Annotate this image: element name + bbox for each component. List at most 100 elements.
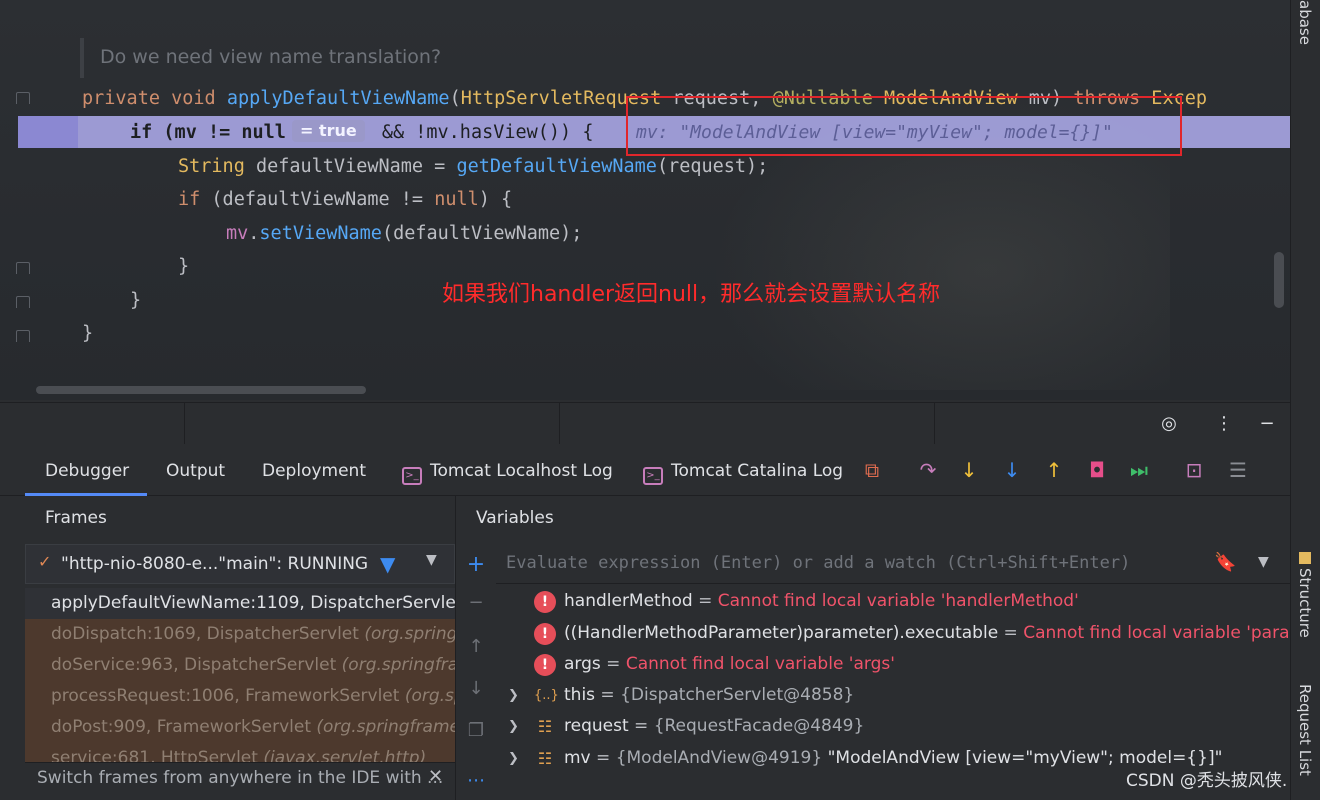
- expand-chevron-icon[interactable]: ❯: [508, 680, 519, 711]
- check-icon: ✓: [38, 552, 52, 571]
- chevron-down-icon[interactable]: ▼: [1258, 554, 1269, 570]
- add-watch-icon[interactable]: +: [464, 552, 488, 577]
- code-condition-rest: && !mv.hasView()) {: [370, 122, 594, 143]
- frame-method: doPost:909, FrameworkServlet: [51, 717, 311, 737]
- panel-header: [0, 402, 1290, 446]
- breakpoint-gutter-icon[interactable]: [18, 116, 78, 148]
- fold-marker-icon[interactable]: [16, 296, 30, 308]
- horizontal-scrollbar[interactable]: [36, 386, 366, 394]
- code-editor[interactable]: Do we need view name translation? privat…: [0, 0, 1290, 400]
- expand-chevron-icon[interactable]: ❯: [508, 711, 519, 742]
- filter-icon[interactable]: ▼: [380, 552, 395, 576]
- variable-name: args: [564, 654, 601, 674]
- tab-output[interactable]: Output: [166, 446, 225, 496]
- frame-item[interactable]: doService:963, DispatcherServlet (org.sp…: [25, 650, 455, 681]
- step-out-icon[interactable]: ↑: [1042, 458, 1066, 482]
- variable-row[interactable]: ❯ {..} this = {DispatcherServlet@4858}: [496, 680, 1290, 711]
- move-up-icon[interactable]: ↑: [464, 636, 488, 657]
- variable-value: {RequestFacade@4849}: [653, 716, 865, 736]
- remove-watch-icon[interactable]: −: [464, 592, 488, 613]
- settings-list-icon[interactable]: ☰: [1226, 458, 1250, 482]
- frame-item[interactable]: doPost:909, FrameworkServlet (org.spring…: [25, 712, 455, 743]
- frame-package: (org.spri: [404, 686, 455, 706]
- tab-tomcat-catalina-log[interactable]: >_ Tomcat Catalina Log: [643, 446, 843, 496]
- code-line-3: String defaultViewName = getDefaultViewN…: [178, 150, 768, 183]
- tab-label: Tomcat Catalina Log: [671, 461, 844, 481]
- run-to-cursor-icon[interactable]: ◘: [1085, 458, 1109, 482]
- evaluate-expression-placeholder: Evaluate expression (Enter) or add a wat…: [506, 553, 1131, 573]
- code-text: (defaultViewName !=: [200, 189, 435, 210]
- code-condition: if (mv != null: [130, 122, 286, 143]
- doc-comment-bar: [80, 38, 84, 78]
- force-step-into-icon[interactable]: ↓: [1000, 458, 1024, 482]
- minimize-icon[interactable]: −: [1255, 412, 1279, 436]
- panel-splitter[interactable]: [455, 496, 456, 800]
- variable-operator: =: [595, 685, 621, 705]
- variable-operator: =: [590, 748, 616, 768]
- inline-value-badge: = true: [291, 120, 365, 142]
- tab-debugger[interactable]: Debugger: [45, 446, 129, 496]
- step-over-icon[interactable]: ↷: [916, 458, 940, 482]
- tab-tomcat-localhost-log[interactable]: >_ Tomcat Localhost Log: [402, 446, 613, 496]
- variable-name: mv: [564, 748, 591, 768]
- code-text: (defaultViewName);: [381, 223, 583, 244]
- side-tab-request-list[interactable]: Request List: [1296, 684, 1314, 776]
- chevron-down-icon[interactable]: ▼: [426, 552, 437, 568]
- variable-row[interactable]: ❯ ☷ request = {RequestFacade@4849}: [496, 711, 1290, 742]
- frame-item[interactable]: processRequest:1006, FrameworkServlet (o…: [25, 681, 455, 712]
- fold-marker-icon[interactable]: [16, 330, 30, 342]
- target-icon[interactable]: ◎: [1157, 412, 1181, 436]
- more-options-icon[interactable]: ⋮: [1212, 412, 1236, 436]
- bookmark-icon[interactable]: 🔖: [1214, 552, 1236, 573]
- code-line-5: mv.setViewName(defaultViewName);: [226, 217, 582, 250]
- frame-method: doDispatch:1069, DispatcherServlet: [51, 624, 359, 644]
- variable-string-value: "ModelAndView [view="myView"; model={}]": [822, 748, 1223, 768]
- variable-name: handlerMethod: [564, 591, 693, 611]
- field-icon: ☷: [537, 749, 553, 768]
- copy-icon[interactable]: ❐: [464, 720, 488, 741]
- side-tab-database[interactable]: abase: [1296, 0, 1314, 45]
- frame-item[interactable]: doDispatch:1069, DispatcherServlet (org.…: [25, 619, 455, 650]
- variable-name: ((HandlerMethodParameter)parameter).exec…: [564, 623, 999, 643]
- frames-title: Frames: [45, 508, 107, 528]
- divider: [184, 402, 185, 444]
- editor-gutter: [0, 0, 78, 400]
- fold-marker-icon[interactable]: [16, 92, 30, 104]
- divider: [559, 402, 560, 444]
- frame-package: (org.springframe: [341, 655, 455, 675]
- frames-list: applyDefaultViewName:1109, DispatcherSer…: [25, 588, 455, 768]
- evaluate-console-icon[interactable]: ⊡: [1182, 458, 1206, 482]
- keyword-void: void: [171, 88, 216, 109]
- side-tab-structure[interactable]: Structure: [1296, 552, 1314, 638]
- expand-chevron-icon[interactable]: ❯: [508, 743, 519, 774]
- method-call: setViewName: [259, 223, 382, 244]
- step-into-icon[interactable]: ↓: [957, 458, 981, 482]
- tab-deployment[interactable]: Deployment: [262, 446, 366, 496]
- close-icon[interactable]: ✕: [428, 766, 443, 787]
- frame-method: applyDefaultViewName:1109, DispatcherSer…: [51, 593, 455, 613]
- code-line-7: }: [130, 290, 142, 311]
- code-text: .: [248, 223, 260, 244]
- code-text: defaultViewName =: [244, 156, 457, 177]
- restore-layout-icon[interactable]: ⧉: [860, 458, 884, 482]
- active-tab-indicator: [25, 493, 147, 496]
- vertical-scrollbar[interactable]: [1274, 252, 1284, 308]
- variable-value: {ModelAndView@4919}: [615, 748, 823, 768]
- variables-title: Variables: [476, 508, 554, 528]
- variable-row[interactable]: ! args = Cannot find local variable 'arg…: [496, 649, 1290, 680]
- method-call: getDefaultViewName: [456, 156, 657, 177]
- annotation-note: 如果我们handler返回null，那么就会设置默认名称: [442, 282, 941, 307]
- more-icon[interactable]: ⋯: [464, 770, 488, 791]
- keyword-null: null: [434, 189, 479, 210]
- variables-toolbar: [458, 544, 492, 800]
- move-down-icon[interactable]: ↓: [464, 678, 488, 699]
- variable-name: request: [564, 716, 629, 736]
- fold-marker-icon[interactable]: [16, 262, 30, 274]
- frame-item[interactable]: applyDefaultViewName:1109, DispatcherSer…: [25, 588, 455, 619]
- frames-hint: Switch frames from anywhere in the IDE w…: [37, 768, 444, 788]
- variable-error: Cannot find local variable 'paramete: [1023, 623, 1290, 643]
- variable-operator: =: [998, 623, 1024, 643]
- variable-row[interactable]: ! ((HandlerMethodParameter)parameter).ex…: [496, 618, 1290, 649]
- resume-icon[interactable]: ⏭: [1127, 458, 1151, 482]
- variable-row[interactable]: ! handlerMethod = Cannot find local vari…: [496, 586, 1290, 617]
